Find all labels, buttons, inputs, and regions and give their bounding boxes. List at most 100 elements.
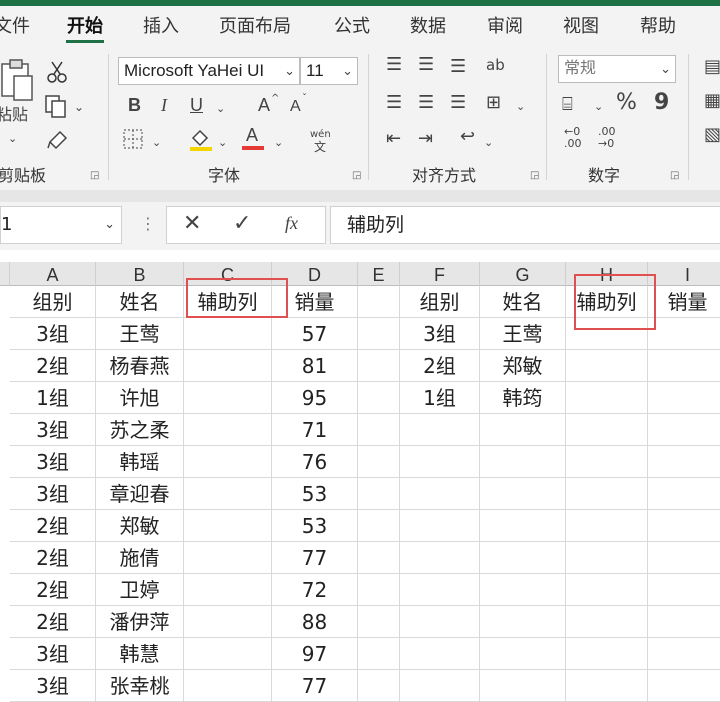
cell-i10[interactable] — [648, 574, 720, 606]
cell-f13[interactable] — [400, 670, 480, 702]
percent-style-button[interactable]: % — [616, 92, 637, 114]
left-table-cell[interactable] — [184, 542, 272, 574]
left-table-cell[interactable]: 3组 — [10, 446, 96, 478]
tab-file[interactable]: 文件 — [0, 12, 30, 38]
font-color-dropdown-icon[interactable]: ⌄ — [274, 132, 283, 154]
right-table-cell[interactable]: 王莺 — [480, 318, 566, 350]
cell-h6[interactable] — [566, 446, 648, 478]
cell-f6[interactable] — [400, 446, 480, 478]
left-table-cell[interactable]: 王莺 — [96, 318, 184, 350]
clipboard-launcher-icon[interactable]: ◲ — [90, 170, 99, 181]
font-launcher-icon[interactable]: ◲ — [352, 170, 361, 181]
column-header-b[interactable]: B — [96, 262, 184, 286]
tab-data[interactable]: 数据 — [410, 12, 446, 38]
increase-font-size-button[interactable]: A — [258, 94, 270, 116]
left-table-cell[interactable]: 72 — [272, 574, 358, 606]
name-box[interactable]: 1 ⌄ — [0, 206, 122, 244]
left-table-cell[interactable]: 苏之柔 — [96, 414, 184, 446]
right-table-cell[interactable] — [566, 350, 648, 382]
fill-color-dropdown-icon[interactable]: ⌄ — [218, 132, 227, 154]
italic-button[interactable]: I — [161, 94, 167, 116]
column-header-g[interactable]: G — [480, 262, 566, 286]
cell-i12[interactable] — [648, 638, 720, 670]
left-table-cell[interactable]: 3组 — [10, 670, 96, 702]
cell-i13[interactable] — [648, 670, 720, 702]
left-table-cell[interactable]: 53 — [272, 510, 358, 542]
left-table-cell[interactable]: 77 — [272, 542, 358, 574]
cell-g10[interactable] — [480, 574, 566, 606]
bold-button[interactable]: B — [128, 94, 141, 116]
underline-dropdown-icon[interactable]: ⌄ — [216, 98, 225, 120]
right-table-header-cell[interactable]: 组别 — [400, 286, 480, 318]
tab-view[interactable]: 视图 — [563, 12, 599, 38]
left-table-cell[interactable]: 3组 — [10, 414, 96, 446]
left-table-cell[interactable]: 韩瑶 — [96, 446, 184, 478]
align-bottom-icon[interactable]: ☰ — [450, 56, 466, 78]
select-all-corner[interactable] — [0, 262, 10, 286]
accounting-format-icon[interactable]: ⌸ — [562, 94, 573, 116]
left-table-cell[interactable] — [184, 638, 272, 670]
left-table-cell[interactable]: 3组 — [10, 638, 96, 670]
cell-e12[interactable] — [358, 638, 400, 670]
left-table-cell[interactable]: 76 — [272, 446, 358, 478]
paste-dropdown-icon[interactable]: ⌄ — [8, 128, 17, 150]
cell-f9[interactable] — [400, 542, 480, 574]
cell-h9[interactable] — [566, 542, 648, 574]
left-table-cell[interactable]: 章迎春 — [96, 478, 184, 510]
left-table-cell[interactable]: 3组 — [10, 318, 96, 350]
enter-icon[interactable]: ✓ — [233, 211, 251, 236]
left-table-cell[interactable]: 2组 — [10, 542, 96, 574]
copy-dropdown-icon[interactable]: ⌄ — [74, 96, 84, 118]
left-table-cell[interactable]: 卫婷 — [96, 574, 184, 606]
column-header-e[interactable]: E — [358, 262, 400, 286]
right-table-header-cell[interactable]: 销量 — [648, 286, 720, 318]
left-table-cell[interactable] — [184, 510, 272, 542]
decrease-indent-icon[interactable]: ⇤ — [386, 128, 401, 150]
align-right-icon[interactable]: ☰ — [450, 92, 466, 114]
cell-i11[interactable] — [648, 606, 720, 638]
copy-icon[interactable] — [44, 94, 70, 118]
align-top-icon[interactable]: ☰ — [386, 54, 402, 76]
cell-e10[interactable] — [358, 574, 400, 606]
left-table-cell[interactable]: 韩慧 — [96, 638, 184, 670]
cancel-icon[interactable]: ✕ — [183, 211, 201, 236]
cell-e2[interactable] — [358, 318, 400, 350]
increase-decimal-icon[interactable]: ←0.00 — [564, 126, 582, 150]
decrease-decimal-icon[interactable]: .00 →0 — [598, 126, 616, 150]
cell-g5[interactable] — [480, 414, 566, 446]
cell-g13[interactable] — [480, 670, 566, 702]
cell-f8[interactable] — [400, 510, 480, 542]
right-table-cell[interactable] — [648, 350, 720, 382]
tab-help[interactable]: 帮助 — [640, 12, 676, 38]
left-table-cell[interactable]: 2组 — [10, 350, 96, 382]
align-center-icon[interactable]: ☰ — [418, 92, 434, 114]
formula-input[interactable]: 辅助列 — [330, 206, 720, 244]
borders-icon[interactable] — [122, 128, 146, 150]
align-middle-icon[interactable]: ☰ — [418, 54, 434, 76]
left-table-cell[interactable]: 施倩 — [96, 542, 184, 574]
font-size-select[interactable]: 11 ⌄ — [300, 57, 358, 85]
decrease-font-size-button[interactable]: A — [290, 96, 301, 118]
left-table-cell[interactable]: 许旭 — [96, 382, 184, 414]
right-table-header-cell[interactable]: 姓名 — [480, 286, 566, 318]
left-table-cell[interactable]: 3组 — [10, 478, 96, 510]
left-table-cell[interactable]: 潘伊萍 — [96, 606, 184, 638]
left-table-cell[interactable]: 57 — [272, 318, 358, 350]
cell-h7[interactable] — [566, 478, 648, 510]
orientation-icon[interactable]: ab — [486, 54, 505, 76]
cell-e4[interactable] — [358, 382, 400, 414]
left-table-cell[interactable] — [184, 318, 272, 350]
right-table-cell[interactable]: 1组 — [400, 382, 480, 414]
underline-button[interactable]: U — [190, 94, 203, 116]
left-table-header-cell[interactable]: 姓名 — [96, 286, 184, 318]
accounting-dropdown-icon[interactable]: ⌄ — [594, 96, 603, 118]
column-header-f[interactable]: F — [400, 262, 480, 286]
paste-button-label[interactable]: 粘贴 — [0, 104, 28, 126]
tab-home[interactable]: 开始 — [67, 12, 103, 38]
merge-dropdown-icon[interactable]: ⌄ — [516, 96, 525, 118]
right-table-cell[interactable] — [566, 382, 648, 414]
right-table-cell[interactable]: 2组 — [400, 350, 480, 382]
left-table-cell[interactable]: 88 — [272, 606, 358, 638]
left-table-header-cell[interactable]: 组别 — [10, 286, 96, 318]
cell-e13[interactable] — [358, 670, 400, 702]
